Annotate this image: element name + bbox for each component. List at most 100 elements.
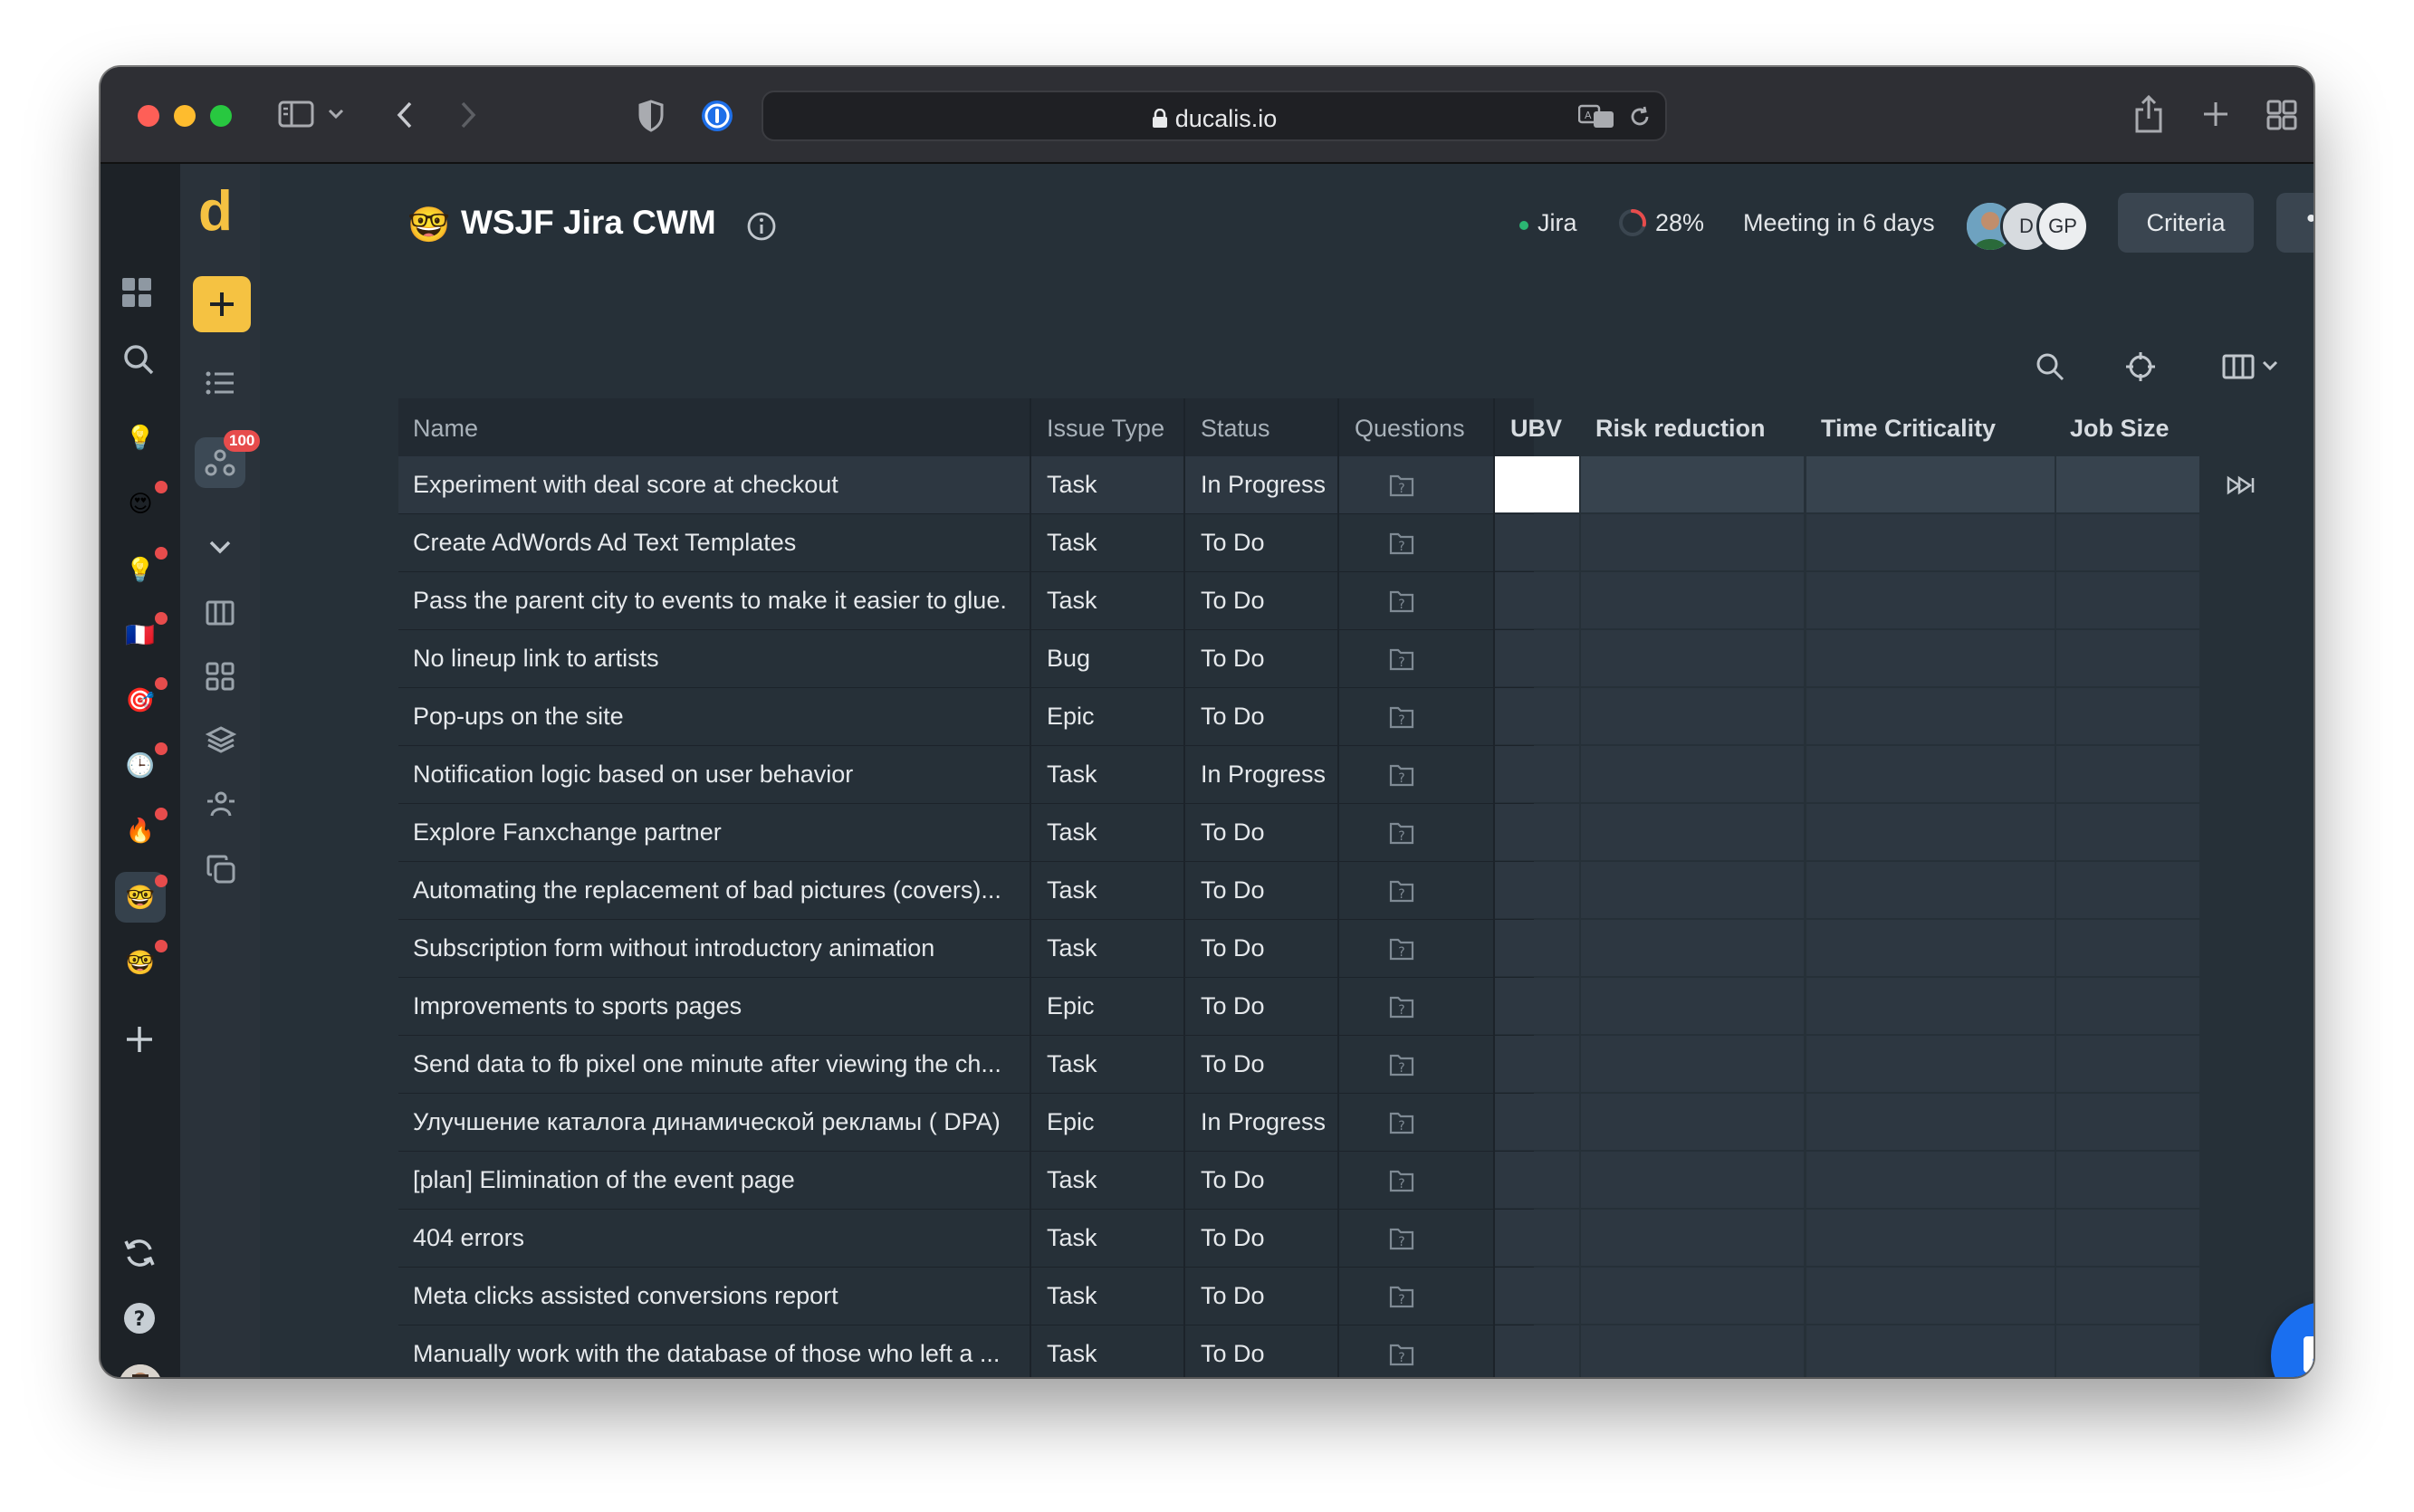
question-icon[interactable]: ? (1388, 531, 1415, 556)
score-input-ubv[interactable] (1495, 456, 1579, 512)
score-input-job-size[interactable] (2056, 630, 2199, 686)
score-input-risk[interactable] (1581, 1094, 1804, 1150)
table-row[interactable]: Create AdWords Ad Text Templates Task To D… (398, 514, 2199, 572)
score-input-time[interactable] (1806, 1036, 2055, 1092)
table-row[interactable]: Automating the replacement of bad pictur… (398, 862, 2199, 920)
score-input-job-size[interactable] (2056, 572, 2199, 628)
score-input-job-size[interactable] (2056, 1325, 2199, 1377)
address-bar[interactable]: ducalis.io A (762, 91, 1667, 141)
score-input-time[interactable] (1806, 1152, 2055, 1208)
score-input-ubv[interactable] (1495, 978, 1579, 1034)
fire-icon[interactable]: 🔥 (122, 812, 158, 848)
clock-icon[interactable]: 🕒 (122, 747, 158, 783)
score-input-risk[interactable] (1581, 1036, 1804, 1092)
score-input-risk[interactable] (1581, 978, 1804, 1034)
score-input-time[interactable] (1806, 1268, 2055, 1324)
score-input-risk[interactable] (1581, 1210, 1804, 1266)
tab-overview-icon[interactable] (2266, 100, 2297, 130)
score-input-risk[interactable] (1581, 920, 1804, 976)
score-input-job-size[interactable] (2056, 1210, 2199, 1266)
sync-icon[interactable] (122, 1236, 157, 1270)
table-row[interactable]: Improvements to sports pages Epic To Do? (398, 978, 2199, 1036)
question-icon[interactable]: ? (1388, 820, 1415, 846)
table-row[interactable]: Notification logic based on user behavio… (398, 746, 2199, 804)
score-input-time[interactable] (1806, 688, 2055, 744)
table-row[interactable]: Experiment with deal score at checkout Ta… (398, 456, 2255, 514)
reload-icon[interactable] (1627, 104, 1652, 134)
score-input-risk[interactable] (1581, 514, 1804, 570)
close-window-button[interactable] (138, 105, 159, 127)
score-input-job-size[interactable] (2056, 688, 2199, 744)
backlog-list-icon[interactable] (206, 370, 235, 396)
forward-arrow-icon[interactable] (457, 100, 479, 130)
column-header-time-criticality[interactable]: Time Criticality (1821, 415, 1996, 443)
board-avatar-heart-eyes[interactable]: 😍 (122, 485, 158, 522)
lightbulb-icon[interactable]: 💡 (122, 551, 158, 588)
score-input-ubv[interactable] (1495, 1036, 1579, 1092)
info-icon[interactable] (746, 211, 777, 246)
score-input-risk[interactable] (1581, 456, 1804, 512)
score-input-job-size[interactable] (2056, 920, 2199, 976)
score-input-risk[interactable] (1581, 1325, 1804, 1377)
france-flag-icon[interactable]: 🇫🇷 (122, 617, 158, 653)
add-board-icon[interactable] (124, 1024, 155, 1055)
score-input-ubv[interactable] (1495, 572, 1579, 628)
score-input-time[interactable] (1806, 456, 2055, 512)
member-avatar-gp[interactable]: GP (2036, 200, 2089, 253)
score-input-ubv[interactable] (1495, 746, 1579, 802)
chevron-down-icon[interactable] (207, 539, 233, 555)
question-icon[interactable]: ? (1388, 589, 1415, 614)
score-input-risk[interactable] (1581, 1152, 1804, 1208)
table-row[interactable]: Send data to fb pixel one minute after v… (398, 1036, 2199, 1094)
score-input-time[interactable] (1806, 630, 2055, 686)
score-input-time[interactable] (1806, 1094, 2055, 1150)
ducalis-logo[interactable]: d (198, 184, 233, 240)
target-icon[interactable]: 🎯 (122, 682, 158, 718)
sidebar-toggle-icon[interactable] (278, 100, 314, 129)
score-input-ubv[interactable] (1495, 1325, 1579, 1377)
question-icon[interactable]: ? (1388, 1284, 1415, 1309)
search-icon[interactable] (122, 343, 155, 376)
more-options-button[interactable]: ••• (2276, 193, 2313, 253)
score-input-time[interactable] (1806, 572, 2055, 628)
score-input-time[interactable] (1806, 978, 2055, 1034)
score-input-job-size[interactable] (2056, 1094, 2199, 1150)
score-input-time[interactable] (1806, 920, 2055, 976)
score-input-ubv[interactable] (1495, 1268, 1579, 1324)
table-row[interactable]: 404 errors Task To Do? (398, 1210, 2199, 1268)
translate-icon[interactable]: A (1577, 103, 1614, 135)
apps-grid-icon[interactable] (120, 276, 153, 309)
question-icon[interactable]: ? (1388, 704, 1415, 730)
score-input-ubv[interactable] (1495, 688, 1579, 744)
score-input-risk[interactable] (1581, 862, 1804, 918)
copy-boards-icon[interactable] (206, 854, 236, 885)
crosshair-icon[interactable] (2124, 350, 2157, 388)
score-input-ubv[interactable] (1495, 920, 1579, 976)
score-input-job-size[interactable] (2056, 1152, 2199, 1208)
column-header-issue-type[interactable]: Issue Type (1047, 415, 1164, 443)
column-header-ubv[interactable]: UBV (1510, 415, 1562, 443)
column-header-job-size[interactable]: Job Size (2070, 415, 2170, 443)
score-input-ubv[interactable] (1495, 630, 1579, 686)
help-icon[interactable]: ? (123, 1302, 156, 1335)
score-input-job-size[interactable] (2056, 1036, 2199, 1092)
question-icon[interactable]: ? (1388, 1168, 1415, 1193)
layers-icon[interactable] (206, 725, 236, 754)
score-input-time[interactable] (1806, 862, 2055, 918)
score-input-risk[interactable] (1581, 630, 1804, 686)
question-icon[interactable]: ? (1388, 1052, 1415, 1077)
table-row[interactable]: Meta clicks assisted conversions report T… (398, 1268, 2199, 1325)
matrix-grid-icon[interactable] (206, 662, 235, 691)
question-icon[interactable]: ? (1388, 1342, 1415, 1367)
question-icon[interactable]: ? (1388, 1110, 1415, 1135)
table-row[interactable]: Subscription form without introductory a… (398, 920, 2199, 978)
question-icon[interactable]: ? (1388, 936, 1415, 962)
board-avatar-nerd[interactable]: 🤓 (122, 944, 158, 981)
column-header-questions[interactable]: Questions (1355, 415, 1465, 443)
shield-icon[interactable] (637, 100, 665, 132)
score-input-ubv[interactable] (1495, 514, 1579, 570)
table-row[interactable]: Explore Fanxchange partner Task To Do? (398, 804, 2199, 862)
score-input-job-size[interactable] (2056, 1268, 2199, 1324)
meeting-status[interactable]: Meeting in 6 days (1743, 209, 1935, 237)
score-input-job-size[interactable] (2056, 978, 2199, 1034)
